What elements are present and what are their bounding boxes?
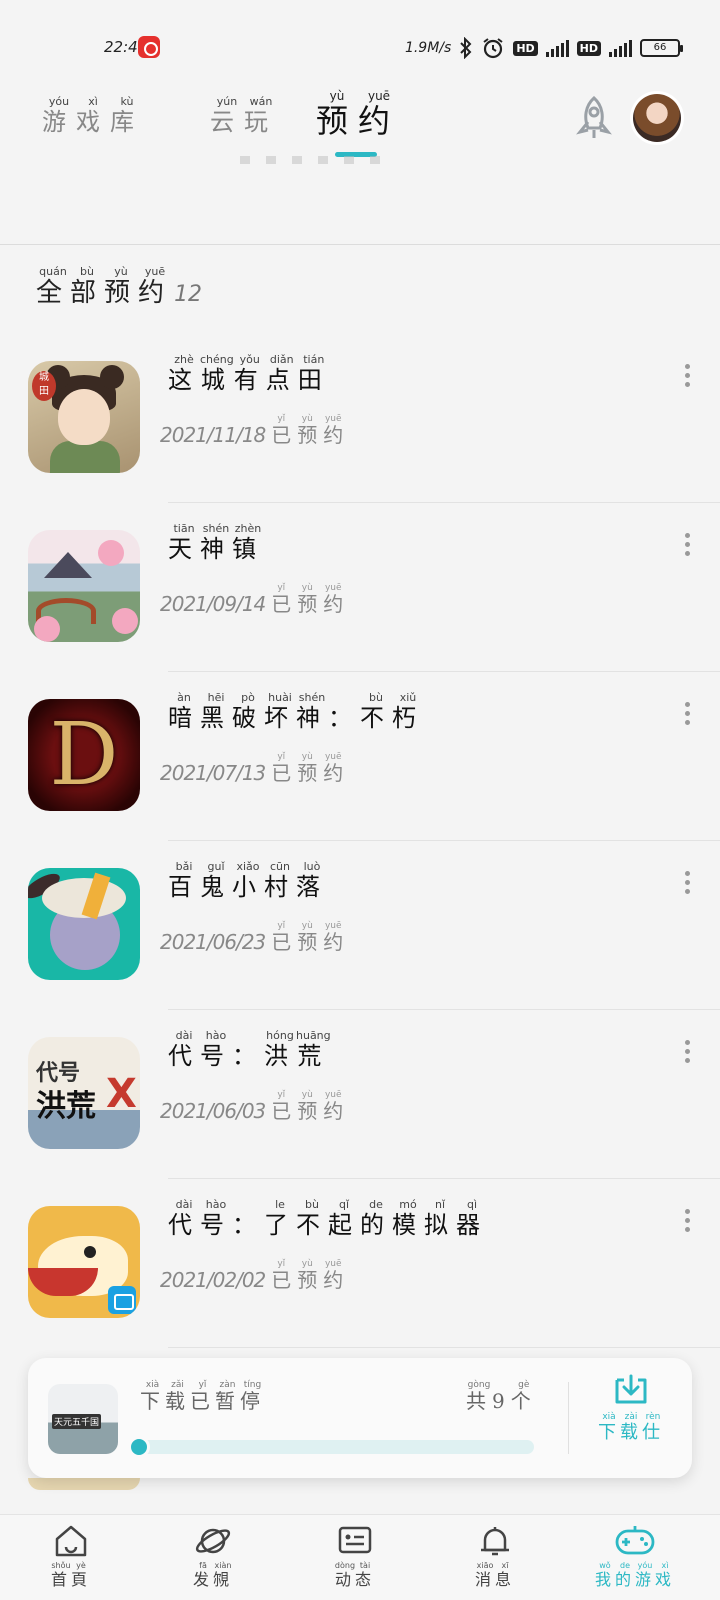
nav-feed[interactable]: 动dòng态tài xyxy=(300,1523,410,1590)
game-title[interactable]: 暗àn黑hēi破pò坏huài神shén：不bù朽xiǔ xyxy=(168,691,424,733)
tab-game-library[interactable]: 游yóu戏xì库kù xyxy=(42,95,144,137)
tab-cloud-play[interactable]: 云yún玩wán xyxy=(210,95,278,137)
feed-card-icon xyxy=(338,1526,372,1554)
honghuang-icon[interactable]: 代号 洪荒 X xyxy=(28,1037,140,1149)
thumbnail-text: 天元五千国 xyxy=(52,1414,102,1429)
town-girl-icon[interactable]: 城田 xyxy=(28,361,140,473)
more-options-icon[interactable] xyxy=(682,702,692,732)
more-options-icon[interactable] xyxy=(682,364,692,394)
user-avatar[interactable] xyxy=(633,94,681,142)
download-manager-button[interactable]: 下xià载zài仕rèn xyxy=(583,1372,679,1444)
battery-icon: 66 xyxy=(640,39,683,57)
gamepad-icon xyxy=(615,1526,655,1555)
reserve-date: 2021/06/23 已yǐ预yù约yuē xyxy=(160,921,343,955)
reservation-count: 12 xyxy=(174,282,203,307)
date-value: 2021/09/14 xyxy=(160,592,266,616)
fox-simulator-icon[interactable] xyxy=(28,1206,140,1318)
nav-label: 动dòng态tài xyxy=(334,1561,376,1589)
list-item[interactable]: D 暗àn黑hēi破pò坏huài神shén：不bù朽xiǔ 2021/07/1… xyxy=(0,672,720,841)
game-title[interactable]: 代dài号hào：洪hóng荒huāng xyxy=(168,1029,331,1071)
rocket-icon[interactable] xyxy=(572,94,616,142)
reserved-label: 已yǐ预yù约yuē xyxy=(271,921,344,954)
more-options-icon[interactable] xyxy=(682,533,692,563)
reserved-label: 已yǐ预yù约yuē xyxy=(271,1090,344,1123)
date-value: 2021/06/03 xyxy=(160,1099,266,1123)
section-title: 全quán部bù预yù约yuē xyxy=(36,265,173,308)
reserved-label: 已yǐ预yù约yuē xyxy=(271,752,344,785)
nav-label: 消xiāo息xī xyxy=(474,1561,516,1589)
date-value: 2021/07/13 xyxy=(160,761,266,785)
town-bridge-icon[interactable] xyxy=(28,530,140,642)
scrolled-banner-remnant xyxy=(240,156,390,164)
download-icon xyxy=(615,1374,647,1404)
divider xyxy=(568,1382,569,1454)
list-item[interactable]: 天tiān神shén镇zhèn 2021/09/14 已yǐ预yù约yuē xyxy=(0,503,720,672)
signal-strength-icon-2 xyxy=(609,39,632,57)
reserve-date: 2021/11/18 已yǐ预yù约yuē xyxy=(160,414,343,448)
hd-badge: HD xyxy=(513,40,538,56)
download-game-thumbnail: 天元五千国 xyxy=(48,1384,118,1454)
nav-label: 我wǒ的de游yóu戏xì xyxy=(594,1561,676,1589)
reserved-label: 已yǐ预yù约yuē xyxy=(271,414,344,447)
game-title[interactable]: 代dài号hào：了le不bù起qǐ的de模mó拟nǐ器qì xyxy=(168,1198,488,1240)
reserved-label: 已yǐ预yù约yuē xyxy=(271,1259,344,1292)
date-value: 2021/02/02 xyxy=(160,1268,266,1292)
list-item[interactable]: 百bǎi鬼guǐ小xiǎo村cūn落luò 2021/06/23 已yǐ预yù约y… xyxy=(0,841,720,1010)
game-title[interactable]: 这zhè城chéng有yǒu点diǎn田tián xyxy=(168,353,330,395)
reserve-date: 2021/07/13 已yǐ预yù约yuē xyxy=(160,752,343,786)
tab-reservations[interactable]: 预yù约yuē xyxy=(316,89,400,142)
music-app-icon xyxy=(138,36,160,58)
download-status-text: 下xià载zǎi已yǐ暂zàn停tíng xyxy=(140,1380,265,1413)
date-value: 2021/06/23 xyxy=(160,930,266,954)
header-divider xyxy=(0,244,720,245)
reservation-list: 城田 这zhè城chéng有yǒu点diǎn田tián 2021/11/18 已y… xyxy=(0,334,720,1348)
nav-label: 发fā覙xiàn xyxy=(192,1561,234,1589)
game-title[interactable]: 百bǎi鬼guǐ小xiǎo村cūn落luò xyxy=(168,860,328,902)
download-total-count: 共gòng9个gè xyxy=(466,1380,537,1413)
bluetooth-icon xyxy=(460,37,472,59)
more-options-icon[interactable] xyxy=(682,871,692,901)
download-progress-bar xyxy=(134,1440,534,1454)
alarm-icon xyxy=(483,38,503,59)
nav-home[interactable]: 首shǒu頁yè xyxy=(16,1523,126,1590)
home-icon xyxy=(55,1525,87,1557)
list-item[interactable]: 代号 洪荒 X 代dài号hào：洪hóng荒huāng 2021/06/03 已yǐ… xyxy=(0,1010,720,1179)
date-value: 2021/11/18 xyxy=(160,423,266,447)
status-bar: 22:41 1.9M/s HD HD 66 xyxy=(0,28,720,68)
section-all-reservations: 全quán部bù预yù约yuē12 xyxy=(36,265,203,309)
list-item[interactable]: 代dài号hào：了le不bù起qǐ的de模mó拟nǐ器qì 2021/02/0… xyxy=(0,1179,720,1348)
network-speed: 1.9M/s xyxy=(404,40,452,56)
bottom-navigation: 首shǒu頁yè 发fā覙xiàn 动dòng态tài 消xiāo息xī 我wǒ… xyxy=(0,1514,720,1600)
reserve-date: 2021/06/03 已yǐ预yù约yuē xyxy=(160,1090,343,1124)
divider xyxy=(168,1347,720,1348)
list-item[interactable]: 城田 这zhè城chéng有yǒu点diǎn田tián 2021/11/18 已y… xyxy=(0,334,720,503)
download-status-card[interactable]: 天元五千国 下xià载zǎi已yǐ暂zàn停tíng 共gòng9个gè 下xi… xyxy=(28,1358,692,1478)
nav-label: 首shǒu頁yè xyxy=(50,1561,92,1589)
nav-discover[interactable]: 发fā覙xiàn xyxy=(158,1523,268,1590)
nav-my-games[interactable]: 我wǒ的de游yóu戏xì xyxy=(580,1523,690,1590)
status-indicators: 1.9M/s HD HD 66 xyxy=(404,36,683,60)
ghost-village-icon[interactable] xyxy=(28,868,140,980)
more-options-icon[interactable] xyxy=(682,1040,692,1070)
download-progress-knob xyxy=(128,1436,150,1458)
download-manager-label: 下xià载zài仕rèn xyxy=(598,1412,664,1443)
bell-icon xyxy=(481,1527,509,1556)
hd-badge-2: HD xyxy=(576,40,601,56)
reserved-label: 已yǐ预yù约yuē xyxy=(271,583,344,616)
reserve-date: 2021/02/02 已yǐ预yù约yuē xyxy=(160,1259,343,1293)
nav-messages[interactable]: 消xiāo息xī xyxy=(440,1523,550,1590)
signal-strength-icon xyxy=(545,39,569,57)
reserve-date: 2021/09/14 已yǐ预yù约yuē xyxy=(160,583,343,617)
game-title[interactable]: 天tiān神shén镇zhèn xyxy=(168,522,264,564)
discover-planet-icon xyxy=(195,1528,231,1554)
diablo-d-icon[interactable]: D xyxy=(28,699,140,811)
more-options-icon[interactable] xyxy=(682,1209,692,1239)
next-item-peek xyxy=(28,1478,140,1490)
